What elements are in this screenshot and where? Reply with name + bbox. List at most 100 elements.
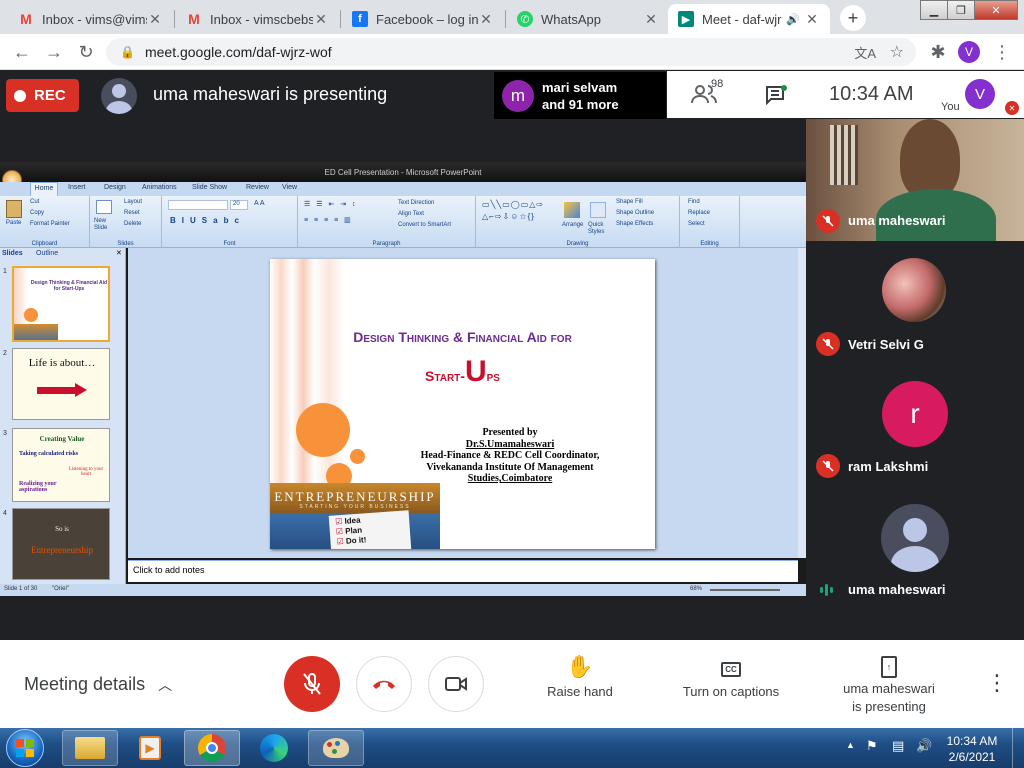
file-explorer-icon[interactable] [62,730,118,766]
address-bar[interactable]: 🔒 meet.google.com/daf-wjrz-wof 文A ☆ [106,38,916,66]
tray-expand-icon[interactable]: ▲ [846,740,855,750]
chat-button[interactable] [765,85,787,110]
profile-avatar[interactable]: V [958,41,980,63]
captions-button[interactable]: CC Turn on captions [676,654,786,699]
ribbon-tab-animations[interactable]: Animations [142,184,177,191]
mic-off-icon [816,454,840,478]
close-icon[interactable]: ✕ [804,11,820,28]
speaker-icon[interactable]: 🔊 [786,13,800,26]
new-slide-icon[interactable] [96,200,112,214]
quick-styles-icon[interactable] [590,202,606,218]
tab-meet[interactable]: ▶ Meet - daf-wjr 🔊 ✕ [668,4,830,34]
slide-thumbnail-1[interactable]: Design Thinking & Financial Aid for Star… [12,266,110,342]
close-icon[interactable]: ✕ [643,11,659,28]
presenter-avatar [101,78,137,114]
maximize-button[interactable]: ❐ [947,0,975,20]
minimize-button[interactable]: ▁ [920,0,948,20]
panel-tab-slides[interactable]: Slides [2,250,23,257]
close-icon[interactable]: ✕ [313,11,329,28]
start-button[interactable] [6,729,44,767]
media-player-icon[interactable]: ▶ [122,730,178,766]
list-buttons[interactable]: ☰ ☰ ⇤ ⇥ ↕ [304,200,358,208]
meet-info-panel: 98 10:34 AM V You ✕ [667,71,1024,118]
participant-tile-ram-lakshmi[interactable]: r ram Lakshmi [806,365,1024,487]
ribbon-tab-review[interactable]: Review [246,184,269,191]
ribbon-tab-slideshow[interactable]: Slide Show [192,184,227,191]
ribbon-tab-insert[interactable]: Insert [68,184,86,191]
reload-button[interactable]: ↻ [76,42,96,62]
windows-logo-icon [16,739,34,757]
ribbon-group-drawing: ▭╲╲▭◯▭△⇨ △⌐⇨⇩☺☆{} Arrange Quick Styles S… [476,196,680,248]
shapes-gallery-row2[interactable]: △⌐⇨⇩☺☆{} [482,212,535,221]
panel-tab-outline[interactable]: Outline [36,250,58,257]
red-arrow-icon [75,383,87,397]
new-tab-button[interactable]: + [840,5,866,31]
edge-icon[interactable] [246,730,302,766]
tab-facebook[interactable]: f Facebook – log in o ✕ [342,4,504,34]
tab-whatsapp[interactable]: ✆ WhatsApp ✕ [507,4,669,34]
people-button[interactable]: 98 [691,78,723,110]
ribbon-tab-design[interactable]: Design [104,184,126,191]
chat-icon [766,85,787,106]
align-buttons[interactable]: ≡ ≡ ≡ ≡ ▥ [304,216,353,224]
slide-thumbnail-4[interactable]: So is Entrepreneurship [12,508,110,580]
paste-icon[interactable] [6,200,22,218]
tab-gmail-vims[interactable]: M Inbox - vims@vims ✕ [8,4,173,34]
ribbon-tab-home[interactable]: Home [30,182,58,196]
star-icon[interactable]: ☆ [890,42,904,62]
close-window-button[interactable]: ✕ [974,0,1018,20]
font-size-field[interactable]: 20 [230,200,248,210]
slide-counter: Slide 1 of 30 [4,586,38,592]
close-panel-icon[interactable]: ✕ [116,249,122,257]
system-clock[interactable]: 10:34 AM 2/6/2021 [942,733,1002,765]
checklist-paper: ☑ Idea ☑ Plan ☑ Do it! [328,510,412,549]
notes-pane[interactable]: Click to add notes [128,560,798,582]
windows-taskbar: ▶ ▲ ⚑ ▤ 🔊 10:34 AM 2/6/2021 [0,728,1024,768]
chrome-icon[interactable] [184,730,240,766]
shapes-gallery[interactable]: ▭╲╲▭◯▭△⇨ [482,200,544,209]
grow-font-icon[interactable]: A A [254,200,265,207]
paint-icon[interactable] [308,730,364,766]
close-icon[interactable]: ✕ [147,11,163,28]
audio-level-icon [820,584,833,596]
font-format-buttons[interactable]: BIUSabc [170,216,245,225]
back-button[interactable]: ← [12,42,32,62]
translate-icon[interactable]: 文A [854,43,876,62]
slide-thumbnail-2[interactable]: Life is about… [12,348,110,420]
presentation-screen: ED Cell Presentation - Microsoft PowerPo… [0,162,806,596]
camera-button[interactable] [428,656,484,712]
more-options-icon[interactable]: ⋮ [986,670,1008,696]
participant-tile-uma-maheswari-video[interactable]: uma maheswari [806,119,1024,241]
font-name-field[interactable] [168,200,228,210]
record-dot-icon [14,89,26,102]
extensions-icon[interactable]: ✱ [928,42,948,62]
presenting-button[interactable]: ↑ uma maheswari is presenting [830,654,948,716]
leave-call-button[interactable] [356,656,412,712]
participant-face [900,119,960,199]
participant-tile-uma-maheswari[interactable]: uma maheswari [806,488,1024,610]
close-icon[interactable]: ✕ [478,11,494,28]
vertical-scrollbar[interactable] [798,248,806,558]
others-tile[interactable]: m mari selvam and 91 more [494,72,666,119]
show-desktop-button[interactable] [1012,728,1024,768]
participant-tile-vetri-selvi[interactable]: Vetri Selvi G [806,242,1024,364]
slide-thumbnail-3[interactable]: Creating Value Taking calculated risks L… [12,428,110,502]
ppt-window-title: ED Cell Presentation - Microsoft PowerPo… [0,162,806,182]
current-slide[interactable]: Design Thinking & Financial Aid for Star… [270,259,655,549]
theme-name: "Oriel" [52,586,69,592]
tab-gmail-vimscbebsc[interactable]: M Inbox - vimscbebsc ✕ [176,4,339,34]
forward-button[interactable]: → [44,42,64,62]
ribbon-tab-view[interactable]: View [282,184,297,191]
arrange-icon[interactable] [564,202,580,218]
zoom-slider[interactable] [710,589,780,591]
action-center-icon[interactable]: ⚑ [866,738,878,754]
more-menu-icon[interactable]: ⋮ [992,42,1012,62]
meeting-details-button[interactable]: Meeting details ︿ [24,674,172,695]
network-icon[interactable]: ▤ [892,738,904,754]
orange-circle-large [296,403,350,457]
ribbon-group-clipboard: Paste Cut Copy Format Painter Clipboard [0,196,90,248]
participant-default-avatar [881,504,949,572]
microphone-button[interactable] [284,656,340,712]
raise-hand-button[interactable]: ✋ Raise hand [540,654,620,699]
volume-icon[interactable]: 🔊 [916,738,932,754]
